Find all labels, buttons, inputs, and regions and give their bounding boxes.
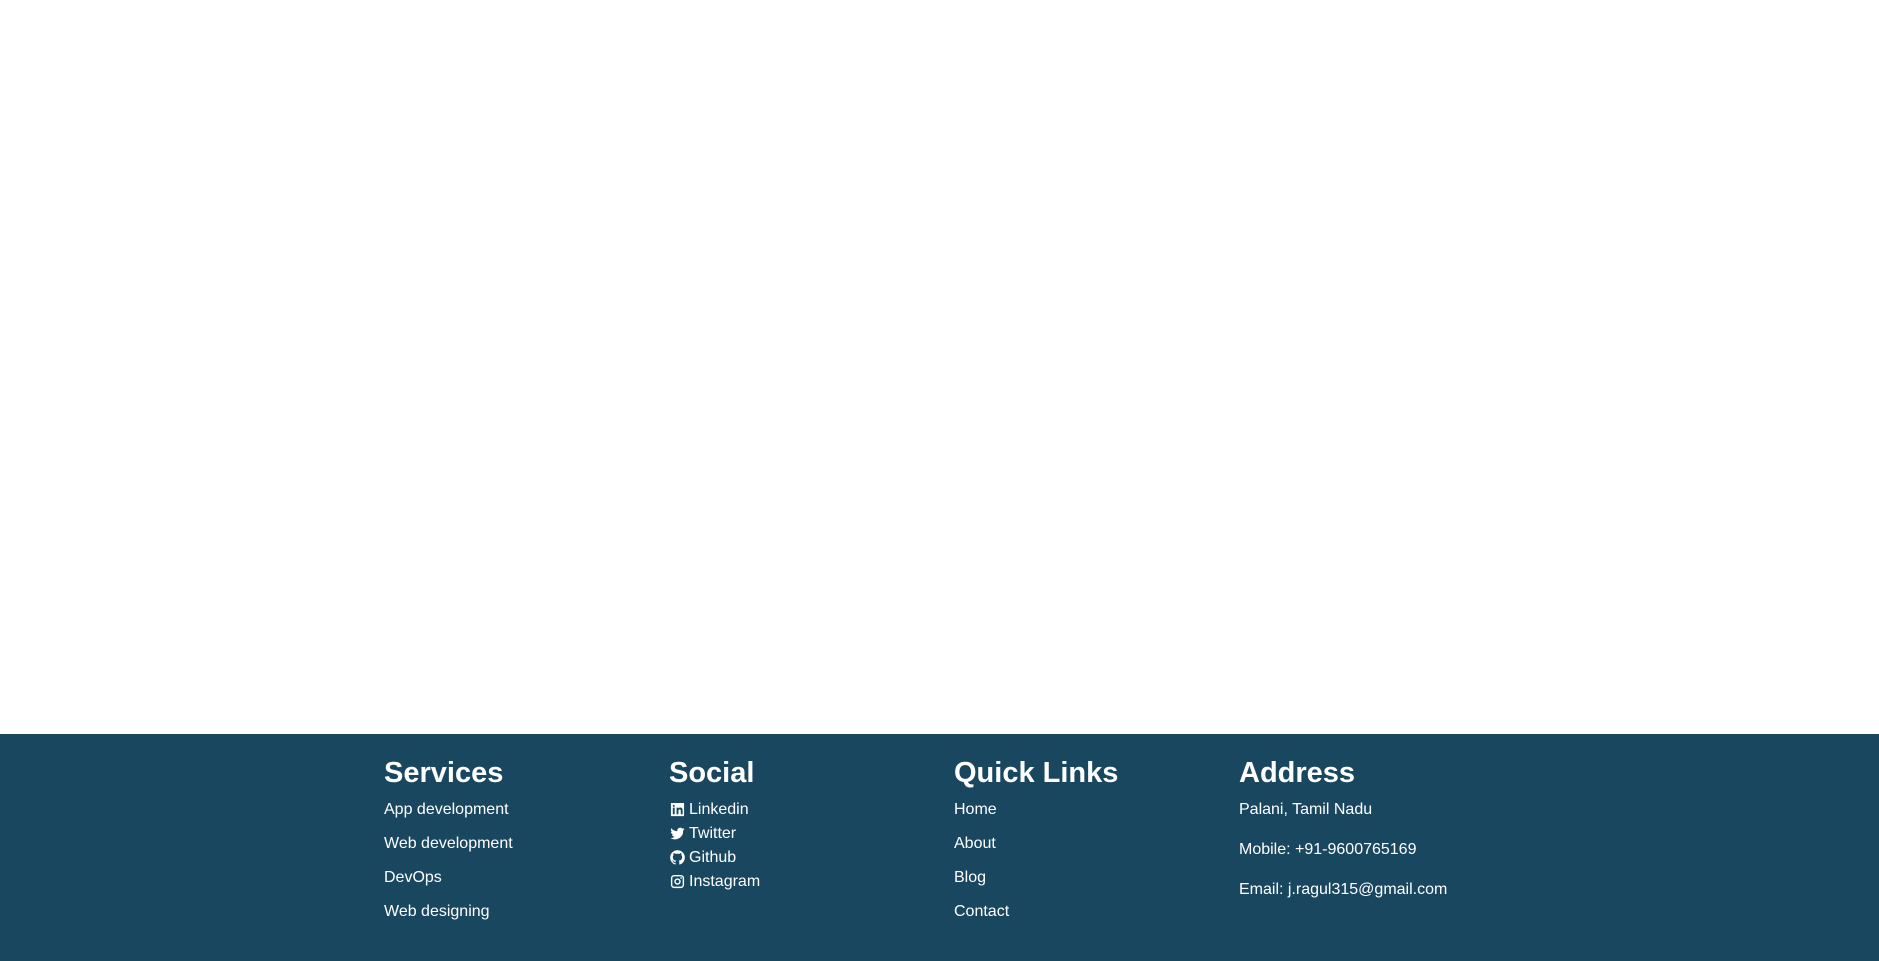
services-heading: Services xyxy=(384,757,504,789)
social-item-instagram[interactable]: Instagram xyxy=(669,872,954,892)
services-list: App development Web development DevOps W… xyxy=(384,800,669,921)
services-link[interactable]: DevOps xyxy=(384,869,442,886)
footer-column-address: Address Palani, Tamil Nadu Mobile: +91-9… xyxy=(1239,756,1524,936)
services-link[interactable]: Web development xyxy=(384,835,513,852)
quick-link[interactable]: Home xyxy=(954,801,997,818)
site-footer: Services App development Web development… xyxy=(0,734,1879,961)
address-mobile: Mobile: +91-9600765169 xyxy=(1239,840,1417,858)
quick-link[interactable]: Blog xyxy=(954,869,986,886)
social-link[interactable]: Twitter xyxy=(689,824,736,844)
page: Services App development Web development… xyxy=(0,0,1879,961)
twitter-icon xyxy=(669,826,685,842)
quick-link[interactable]: Contact xyxy=(954,903,1009,920)
address-list: Palani, Tamil Nadu Mobile: +91-960076516… xyxy=(1239,800,1524,899)
footer-column-quick-links: Quick Links Home About Blog Contact xyxy=(954,756,1239,936)
address-email: Email: j.ragul315@gmail.com xyxy=(1239,880,1448,898)
quick-link[interactable]: About xyxy=(954,835,996,852)
main-content-area xyxy=(0,0,1879,734)
github-icon xyxy=(669,850,685,866)
quick-link-about[interactable]: About xyxy=(954,834,1239,853)
instagram-icon xyxy=(669,874,685,890)
quick-link-contact[interactable]: Contact xyxy=(954,902,1239,921)
social-item-twitter[interactable]: Twitter xyxy=(669,824,954,844)
footer-columns: Services App development Web development… xyxy=(384,756,1524,936)
quick-link-home[interactable]: Home xyxy=(954,800,1239,819)
services-link[interactable]: App development xyxy=(384,801,509,818)
social-link[interactable]: Linkedin xyxy=(689,800,749,820)
quick-links-list: Home About Blog Contact xyxy=(954,800,1239,921)
services-item-web-designing[interactable]: Web designing xyxy=(384,902,669,921)
services-item-devops[interactable]: DevOps xyxy=(384,868,669,887)
quick-link-blog[interactable]: Blog xyxy=(954,868,1239,887)
social-link[interactable]: Instagram xyxy=(689,872,760,892)
social-link[interactable]: Github xyxy=(689,848,736,868)
services-item-app-development[interactable]: App development xyxy=(384,800,669,819)
services-item-web-development[interactable]: Web development xyxy=(384,834,669,853)
footer-column-social: Social Linkedin Twitter Github Instagram xyxy=(669,756,954,936)
services-link[interactable]: Web designing xyxy=(384,903,490,920)
quick-links-heading: Quick Links xyxy=(954,757,1119,789)
footer-column-services: Services App development Web development… xyxy=(384,756,669,936)
address-location: Palani, Tamil Nadu xyxy=(1239,800,1373,818)
address-heading: Address xyxy=(1239,757,1356,789)
social-item-linkedin[interactable]: Linkedin xyxy=(669,800,954,820)
social-list: Linkedin Twitter Github Instagram xyxy=(669,800,954,892)
social-item-github[interactable]: Github xyxy=(669,848,954,868)
linkedin-icon xyxy=(669,802,685,818)
social-heading: Social xyxy=(669,757,755,789)
